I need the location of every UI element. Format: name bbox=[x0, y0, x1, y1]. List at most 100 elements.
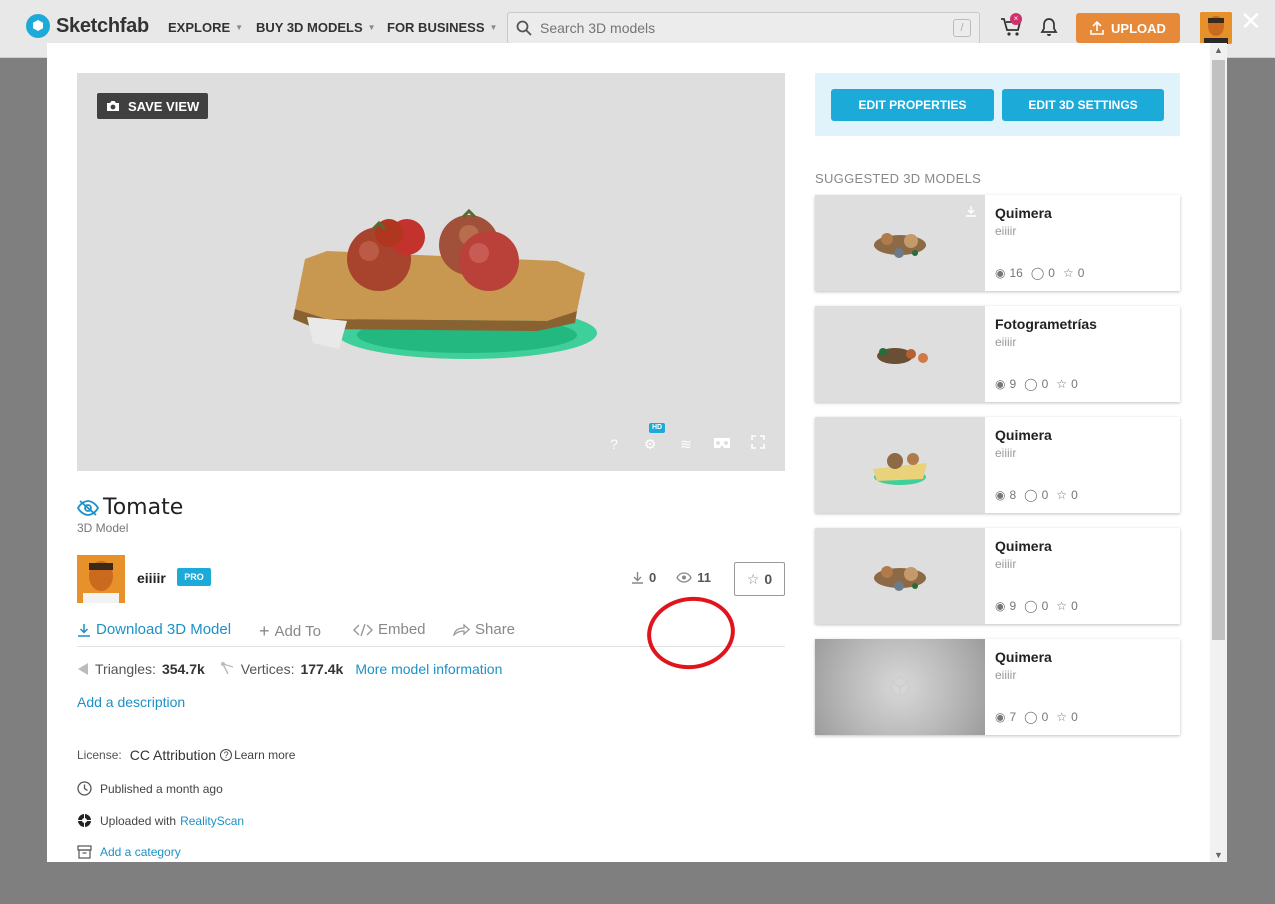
card-views: ◉ 16 bbox=[995, 266, 1023, 280]
nav-buy-3d-models[interactable]: BUY 3D MODELS ▼ bbox=[256, 20, 376, 35]
download-icon bbox=[632, 572, 643, 584]
card-title: Quimera bbox=[995, 538, 1052, 554]
model-thumbnail bbox=[815, 528, 985, 624]
triangle-icon bbox=[78, 663, 88, 675]
card-comments-value: 0 bbox=[1041, 710, 1049, 724]
learn-more-label: Learn more bbox=[234, 748, 296, 762]
close-modal-icon[interactable]: ✕ bbox=[1240, 8, 1262, 34]
suggested-model-card[interactable]: Quimera eiiiir ◉ 9 ◯ 0 ☆ 0 bbox=[815, 528, 1180, 624]
settings-icon[interactable]: ⚙ HD bbox=[641, 423, 666, 453]
suggested-model-card[interactable]: Quimera eiiiir ◉ 7 ◯ 0 ☆ 0 bbox=[815, 639, 1180, 735]
comment-icon: ◯ bbox=[1024, 710, 1038, 724]
3d-viewer[interactable]: SAVE VIEW ? ⚙ HD ≋ bbox=[77, 73, 785, 471]
author-avatar-image bbox=[77, 555, 125, 603]
add-category-link[interactable]: Add a category bbox=[100, 845, 181, 859]
card-stats: ◉ 16 ◯ 0 ☆ 0 bbox=[995, 266, 1084, 280]
uploaded-prefix: Uploaded with bbox=[100, 813, 177, 828]
suggested-model-card[interactable]: Fotogrametrías eiiiir ◉ 9 ◯ 0 ☆ 0 bbox=[815, 306, 1180, 402]
more-model-info-link[interactable]: More model information bbox=[355, 661, 502, 677]
model-title-row: Tomate bbox=[77, 495, 183, 520]
scroll-down-arrow-icon[interactable]: ▼ bbox=[1213, 850, 1224, 860]
model-thumbnail bbox=[815, 306, 985, 402]
pro-badge: PRO bbox=[177, 568, 211, 586]
card-author: eiiiir bbox=[995, 557, 1017, 571]
card-views-value: 8 bbox=[1009, 488, 1017, 502]
card-stats: ◉ 8 ◯ 0 ☆ 0 bbox=[995, 488, 1078, 502]
edit-properties-button[interactable]: EDIT PROPERTIES bbox=[831, 89, 994, 121]
star-icon: ☆ bbox=[746, 570, 760, 587]
card-stats: ◉ 7 ◯ 0 ☆ 0 bbox=[995, 710, 1078, 724]
eye-icon: ◉ bbox=[995, 599, 1006, 613]
search-input[interactable] bbox=[540, 20, 940, 36]
like-count: 0 bbox=[764, 571, 773, 587]
download-label: Download 3D Model bbox=[96, 621, 232, 638]
license-value[interactable]: CC Attribution bbox=[130, 747, 216, 763]
modal-scrollbar[interactable]: ▲ ▼ bbox=[1210, 43, 1227, 862]
add-description-link[interactable]: Add a description bbox=[77, 694, 185, 710]
eye-icon: ◉ bbox=[995, 488, 1006, 502]
card-author: eiiiir bbox=[995, 446, 1017, 460]
realityscan-link[interactable]: RealityScan bbox=[180, 814, 244, 828]
upload-button[interactable]: UPLOAD bbox=[1076, 13, 1180, 43]
star-icon: ☆ bbox=[1062, 266, 1074, 280]
plus-icon: + bbox=[259, 621, 270, 641]
share-button[interactable]: Share bbox=[453, 621, 515, 638]
brand-name: Sketchfab bbox=[56, 14, 149, 37]
scrollbar-thumb[interactable] bbox=[1212, 60, 1225, 640]
search-box[interactable]: / bbox=[507, 12, 980, 44]
author-avatar[interactable] bbox=[77, 555, 125, 603]
eye-icon bbox=[676, 572, 692, 583]
embed-label: Embed bbox=[378, 621, 426, 638]
author-name[interactable]: eiiiir bbox=[137, 570, 166, 586]
layers-icon[interactable]: ≋ bbox=[677, 435, 695, 453]
fullscreen-glyph bbox=[751, 435, 765, 449]
published-text: Published a month ago bbox=[100, 781, 223, 796]
scroll-up-arrow-icon[interactable]: ▲ bbox=[1213, 45, 1224, 55]
embed-button[interactable]: Embed bbox=[353, 591, 740, 675]
vr-headset-icon[interactable] bbox=[713, 435, 731, 453]
quimera-thumbnail-image bbox=[874, 233, 926, 258]
comment-icon: ◯ bbox=[1024, 599, 1038, 613]
tomato-model-render bbox=[293, 208, 597, 359]
license-row: License: CC Attribution ? Learn more bbox=[77, 747, 295, 763]
private-eye-slash-icon bbox=[77, 499, 99, 516]
card-likes: ☆ 0 bbox=[1056, 377, 1077, 391]
card-views-value: 7 bbox=[1009, 710, 1017, 724]
card-likes-value: 0 bbox=[1071, 377, 1078, 391]
license-label: License: bbox=[77, 748, 122, 762]
card-likes: ☆ 0 bbox=[1056, 488, 1077, 502]
nav-explore[interactable]: EXPLORE ▼ bbox=[168, 20, 243, 35]
notifications-bell-icon[interactable] bbox=[1040, 17, 1058, 37]
learn-more-link[interactable]: ? Learn more bbox=[220, 748, 295, 762]
add-to-button[interactable]: + Add To bbox=[259, 621, 321, 642]
download-count-value: 0 bbox=[649, 570, 657, 585]
edit-properties-label: EDIT PROPERTIES bbox=[858, 98, 967, 112]
help-icon[interactable]: ? bbox=[605, 435, 623, 453]
cart-badge: × bbox=[1010, 13, 1022, 25]
add-to-label: Add To bbox=[274, 623, 321, 640]
nav-for-business[interactable]: FOR BUSINESS ▼ bbox=[387, 20, 497, 35]
placeholder-cube-icon bbox=[881, 668, 919, 706]
suggested-heading: SUGGESTED 3D MODELS bbox=[815, 171, 982, 186]
upload-label: UPLOAD bbox=[1111, 20, 1166, 36]
share-arrow-icon bbox=[453, 623, 470, 636]
suggested-model-card[interactable]: Quimera eiiiir ◉ 16 ◯ 0 ☆ 0 bbox=[815, 195, 1180, 291]
card-comments-value: 0 bbox=[1041, 488, 1049, 502]
card-comments: ◯ 0 bbox=[1024, 377, 1048, 391]
user-avatar[interactable] bbox=[1200, 12, 1232, 44]
edit-3d-settings-button[interactable]: EDIT 3D SETTINGS bbox=[1002, 89, 1164, 121]
comment-icon: ◯ bbox=[1024, 377, 1038, 391]
card-author: eiiiir bbox=[995, 668, 1017, 682]
clock-icon bbox=[77, 781, 92, 796]
sketchfab-logo[interactable]: Sketchfab bbox=[26, 14, 149, 38]
fullscreen-icon[interactable] bbox=[749, 435, 767, 453]
archive-box-icon bbox=[77, 845, 92, 859]
nav-business-label: FOR BUSINESS bbox=[387, 20, 485, 35]
sketchfab-logo-icon bbox=[26, 14, 50, 38]
download-3d-model-link[interactable]: Download 3D Model bbox=[77, 621, 231, 638]
like-button[interactable]: ☆ 0 bbox=[734, 562, 785, 596]
model-type: 3D Model bbox=[77, 521, 129, 535]
quimera-thumbnail-image bbox=[874, 566, 926, 591]
suggested-model-card[interactable]: Quimera eiiiir ◉ 8 ◯ 0 ☆ 0 bbox=[815, 417, 1180, 513]
model-thumbnail bbox=[815, 195, 985, 291]
